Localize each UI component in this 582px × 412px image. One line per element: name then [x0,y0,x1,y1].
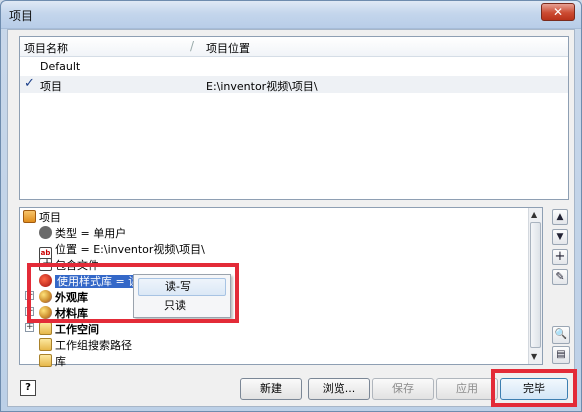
scroll-thumb[interactable] [530,222,541,348]
title-bar[interactable]: 项目 ✕ [1,1,581,29]
expand-toggle-workspace[interactable]: + [25,323,34,332]
close-button[interactable]: ✕ [541,3,575,21]
add-path-button[interactable]: + [552,249,568,265]
tree-item-label: 工作组搜索路径 [55,339,132,352]
move-down-button[interactable]: ▼ [552,229,568,245]
tree-item-workspace[interactable]: 工作空间 [39,321,99,337]
projects-dialog: 项目 ✕ 项目名称 / 项目位置 Default ✓ 项目 E:\invento… [0,0,582,412]
project-row-default[interactable]: Default [20,58,568,75]
tree-item-project[interactable]: 项目 [23,209,61,225]
tree-item-location[interactable]: ab 位置 = E:\inventor视频\项目\ [39,241,205,260]
tree-item-libraries[interactable]: 库 [39,353,66,369]
column-header-project-name[interactable]: 项目名称 [24,40,68,56]
project-list: 项目名称 / 项目位置 Default ✓ 项目 E:\inventor视频\项… [19,36,569,200]
help-button[interactable]: ? [20,380,36,396]
tree-item-type[interactable]: 类型 = 单用户 [39,225,126,241]
dialog-title: 项目 [9,9,34,23]
annotation-highlight-frame [27,263,239,323]
active-checkmark-icon: ✓ [24,76,35,91]
folder-icon [39,338,52,351]
edit-button[interactable]: ✎ [552,269,568,285]
column-header-project-location[interactable]: 项目位置 [206,40,250,56]
scroll-down-arrow-icon[interactable]: ▼ [531,352,537,361]
browse-button[interactable]: 浏览... [308,378,370,400]
project-name: 项目 [40,80,62,93]
user-type-icon [39,226,52,239]
project-location: E:\inventor视频\项目\ [206,80,318,93]
project-list-header: 项目名称 / 项目位置 [20,37,568,57]
folder-icon [39,322,52,335]
apply-button[interactable]: 应用 [436,378,498,400]
project-name: Default [40,60,81,73]
new-button[interactable]: 新建 [240,378,302,400]
save-button[interactable]: 保存 [372,378,434,400]
annotation-highlight-frame-done [491,369,577,407]
find-button[interactable]: 🔍 [552,326,570,344]
dialog-client-area: 项目名称 / 项目位置 Default ✓ 项目 E:\inventor视频\项… [7,29,575,407]
tree-scrollbar[interactable]: ▲ ▼ [528,208,542,364]
tree-item-label: 位置 = E:\inventor视频\项目\ [55,243,205,256]
tree-item-workgroup-search-paths[interactable]: 工作组搜索路径 [39,337,132,353]
column-separator[interactable]: / [190,39,194,53]
options-dropdown-button[interactable]: ▤ [552,346,570,364]
project-row-active[interactable]: ✓ 项目 E:\inventor视频\项目\ [20,76,568,93]
tree-item-label: 工作空间 [55,323,99,336]
project-icon [23,210,36,223]
folder-icon [39,354,52,367]
tree-item-label: 项目 [39,211,61,224]
tree-item-label: 类型 = 单用户 [55,227,127,240]
scroll-up-arrow-icon[interactable]: ▲ [531,210,537,219]
tree-item-label: 库 [55,355,66,368]
move-up-button[interactable]: ▲ [552,209,568,225]
